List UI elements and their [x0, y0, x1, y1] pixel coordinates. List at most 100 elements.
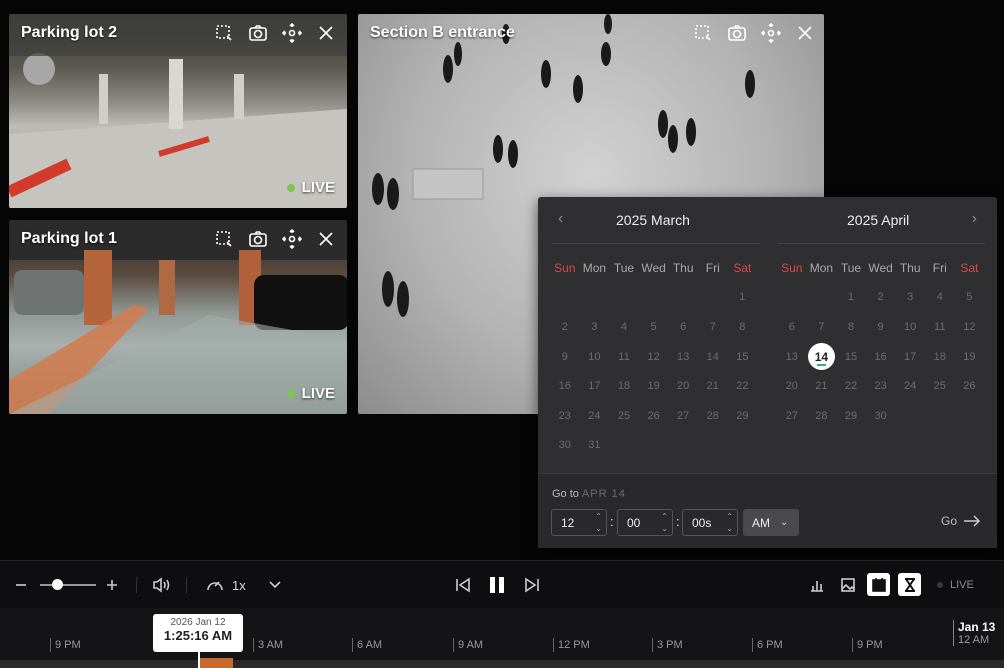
calendar-day[interactable]: 3: [580, 312, 610, 342]
calendar-day[interactable]: 13: [668, 342, 698, 372]
close-icon[interactable]: [315, 22, 337, 44]
calendar-day[interactable]: 28: [807, 401, 837, 431]
speed-gauge-icon[interactable]: [205, 561, 225, 609]
hour-stepper[interactable]: 12 ⌃ ⌄: [551, 509, 607, 536]
calendar-day[interactable]: 23: [866, 371, 896, 401]
recording-track[interactable]: [0, 660, 1004, 668]
calendar-day[interactable]: 21: [698, 371, 728, 401]
zoom-slider[interactable]: [40, 584, 96, 586]
calendar-day[interactable]: 18: [925, 342, 955, 372]
calendar-day[interactable]: 22: [836, 371, 866, 401]
second-stepper[interactable]: 00s ⌃ ⌄: [682, 509, 738, 536]
calendar-day[interactable]: 6: [668, 312, 698, 342]
calendar-day[interactable]: 30: [550, 431, 580, 461]
calendar-day[interactable]: 8: [728, 312, 758, 342]
calendar-day[interactable]: 2: [866, 283, 896, 313]
calendar-day[interactable]: 13: [777, 342, 807, 372]
calendar-day[interactable]: 17: [580, 371, 610, 401]
calendar-day[interactable]: 25: [925, 371, 955, 401]
hourglass-icon[interactable]: [898, 573, 921, 596]
calendar-day[interactable]: 24: [580, 401, 610, 431]
region-select-icon[interactable]: [213, 22, 235, 44]
calendar-day[interactable]: 16: [866, 342, 896, 372]
calendar-day[interactable]: 20: [777, 371, 807, 401]
calendar-day[interactable]: 20: [668, 371, 698, 401]
image-icon[interactable]: [836, 573, 859, 596]
go-live-button[interactable]: LIVE: [937, 561, 974, 609]
region-select-icon[interactable]: [213, 228, 235, 250]
camera-tile-parking-lot-1[interactable]: Parking lot 1 LIVE: [9, 220, 347, 414]
calendar-day[interactable]: 19: [639, 371, 669, 401]
calendar-day[interactable]: 1: [836, 283, 866, 313]
calendar-day[interactable]: 26: [639, 401, 669, 431]
calendar-day[interactable]: 15: [836, 342, 866, 372]
calendar-day[interactable]: 9: [866, 312, 896, 342]
calendar-day[interactable]: 21: [807, 371, 837, 401]
calendar-day[interactable]: 6: [777, 312, 807, 342]
region-select-icon[interactable]: [692, 22, 714, 44]
calendar-day[interactable]: 5: [955, 283, 985, 313]
pause-icon[interactable]: [488, 561, 506, 609]
snapshot-camera-icon[interactable]: [247, 22, 269, 44]
calendar-day[interactable]: 26: [955, 371, 985, 401]
calendar-day[interactable]: 10: [580, 342, 610, 372]
calendar-day[interactable]: 29: [728, 401, 758, 431]
chevron-down-icon[interactable]: [268, 561, 282, 609]
zoom-in-icon[interactable]: [105, 561, 119, 609]
calendar-day[interactable]: 31: [580, 431, 610, 461]
calendar-day[interactable]: 7: [698, 312, 728, 342]
skip-forward-icon[interactable]: [524, 561, 540, 609]
calendar-day[interactable]: 10: [895, 312, 925, 342]
calendar-day[interactable]: 17: [895, 342, 925, 372]
timeline[interactable]: 9 PM 3 AM 6 AM 9 AM 12 PM 3 PM 6 PM 9 PM…: [0, 608, 1004, 668]
calendar-day[interactable]: 11: [609, 342, 639, 372]
skip-back-icon[interactable]: [455, 561, 471, 609]
calendar-day[interactable]: 14: [807, 342, 837, 372]
minute-stepper[interactable]: 00 ⌃ ⌄: [617, 509, 673, 536]
calendar-icon[interactable]: [867, 573, 890, 596]
go-button[interactable]: Go: [941, 514, 981, 528]
calendar-day[interactable]: 8: [836, 312, 866, 342]
zoom-slider-handle[interactable]: [52, 579, 63, 590]
next-month-icon[interactable]: ›: [972, 210, 977, 228]
calendar-day[interactable]: 25: [609, 401, 639, 431]
calendar-day[interactable]: 15: [728, 342, 758, 372]
camera-tile-parking-lot-2[interactable]: Parking lot 2 LIVE: [9, 14, 347, 208]
ptz-move-icon[interactable]: [281, 228, 303, 250]
stats-chart-icon[interactable]: [805, 573, 828, 596]
calendar-day[interactable]: 16: [550, 371, 580, 401]
calendar-day[interactable]: 2: [550, 312, 580, 342]
speed-value[interactable]: 1x: [232, 561, 246, 609]
ampm-select[interactable]: AM ⌄: [743, 509, 799, 536]
calendar-day[interactable]: 3: [895, 283, 925, 313]
ptz-move-icon[interactable]: [760, 22, 782, 44]
volume-icon[interactable]: [152, 561, 174, 609]
calendar-day[interactable]: 23: [550, 401, 580, 431]
calendar-day[interactable]: 9: [550, 342, 580, 372]
calendar-day[interactable]: 27: [777, 401, 807, 431]
calendar-day[interactable]: 27: [668, 401, 698, 431]
calendar-day[interactable]: 19: [955, 342, 985, 372]
previous-month-icon[interactable]: ‹: [558, 210, 563, 228]
calendar-day[interactable]: 4: [925, 283, 955, 313]
calendar-day[interactable]: 30: [866, 401, 896, 431]
calendar-day[interactable]: 29: [836, 401, 866, 431]
calendar-day[interactable]: 5: [639, 312, 669, 342]
calendar-day[interactable]: 22: [728, 371, 758, 401]
calendar-day[interactable]: 12: [955, 312, 985, 342]
calendar-day[interactable]: 18: [609, 371, 639, 401]
calendar-day[interactable]: 1: [728, 283, 758, 313]
calendar-day[interactable]: 28: [698, 401, 728, 431]
calendar-day[interactable]: 4: [609, 312, 639, 342]
zoom-out-icon[interactable]: [14, 561, 28, 609]
ptz-move-icon[interactable]: [281, 22, 303, 44]
recording-segment[interactable]: [200, 658, 233, 668]
calendar-day[interactable]: 7: [807, 312, 837, 342]
calendar-day[interactable]: 14: [698, 342, 728, 372]
snapshot-camera-icon[interactable]: [726, 22, 748, 44]
close-icon[interactable]: [794, 22, 816, 44]
snapshot-camera-icon[interactable]: [247, 228, 269, 250]
calendar-day[interactable]: 11: [925, 312, 955, 342]
close-icon[interactable]: [315, 228, 337, 250]
calendar-day[interactable]: 12: [639, 342, 669, 372]
